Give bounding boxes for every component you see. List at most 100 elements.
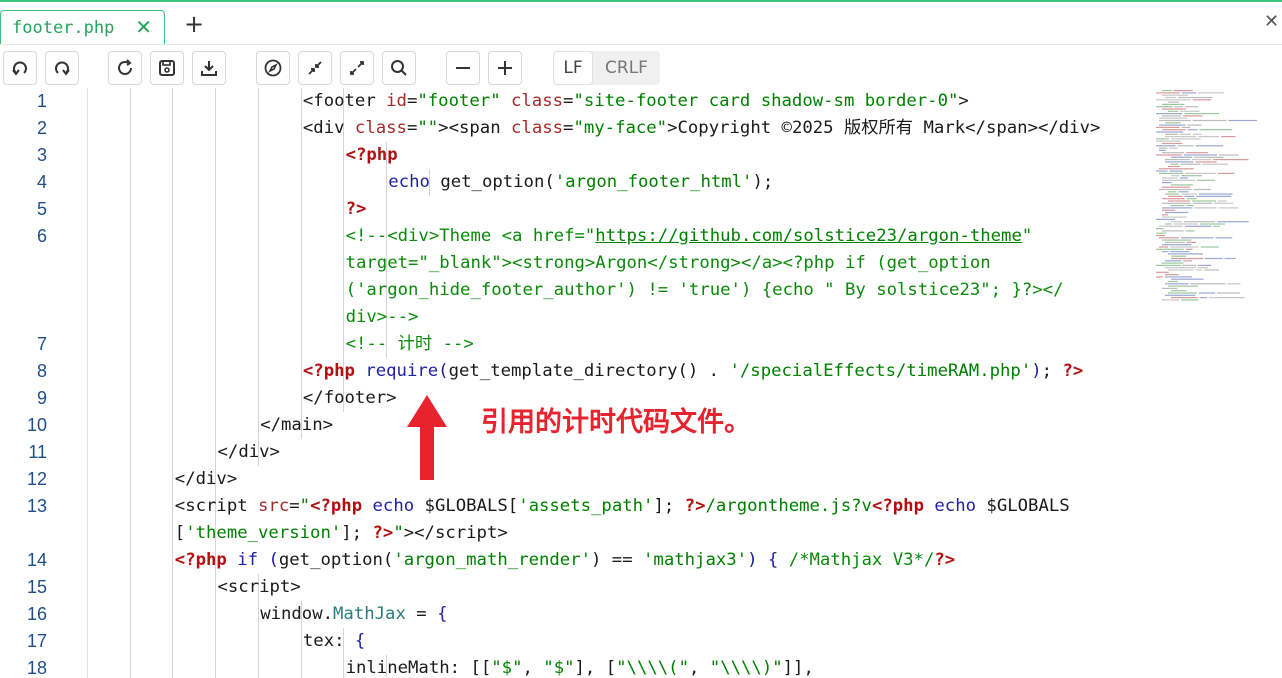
indent-guide bbox=[257, 169, 259, 196]
minimap-stroke bbox=[1218, 207, 1239, 209]
collapse-button[interactable] bbox=[298, 51, 332, 85]
minimap-stroke bbox=[1171, 278, 1204, 280]
minimap-stroke bbox=[1198, 92, 1224, 94]
zoom-out-button[interactable] bbox=[446, 51, 480, 85]
minimap-stroke bbox=[1171, 255, 1187, 257]
undo-button[interactable] bbox=[3, 51, 37, 85]
code-token: ], [ bbox=[574, 658, 617, 678]
minimap-stroke bbox=[1168, 269, 1194, 271]
indent-guide bbox=[172, 574, 174, 601]
minimap-stroke bbox=[1159, 172, 1183, 174]
code-token: 'mathjax3' bbox=[643, 550, 748, 570]
minimap-stroke bbox=[1224, 257, 1236, 260]
code-line: div>--> bbox=[0, 304, 1150, 331]
indent-guide bbox=[215, 88, 217, 115]
indent-guide bbox=[129, 88, 131, 115]
indent-guide bbox=[172, 628, 174, 655]
indent-guide bbox=[343, 277, 345, 304]
code-text: ('argon_hide_footer_author') != 'true') … bbox=[346, 277, 1064, 304]
indent-guide bbox=[343, 196, 345, 223]
minimap-stroke bbox=[1156, 234, 1166, 237]
indent-guide bbox=[385, 169, 387, 196]
reload-button[interactable] bbox=[108, 51, 142, 85]
indent-guide bbox=[215, 304, 217, 331]
code-token: > bbox=[386, 388, 397, 408]
zoom-in-button[interactable] bbox=[488, 51, 522, 85]
code-editor[interactable]: 1 <footer id="footer" class="site-footer … bbox=[0, 88, 1282, 678]
code-token: /argontheme.js?v bbox=[705, 496, 872, 516]
code-line: 7 <!-- 计时 --> bbox=[0, 331, 1150, 358]
minimap-stroke bbox=[1214, 202, 1234, 204]
code-token: tex bbox=[302, 631, 335, 651]
indent-guide bbox=[172, 547, 174, 574]
save-button[interactable] bbox=[150, 51, 184, 85]
download-button[interactable] bbox=[192, 51, 226, 85]
minimap-stroke bbox=[1217, 221, 1249, 223]
minimap-stroke bbox=[1156, 126, 1180, 128]
code-token: footer bbox=[323, 388, 387, 408]
indent-guide bbox=[300, 223, 302, 250]
minimap-stroke bbox=[1178, 191, 1189, 193]
minimap-stroke bbox=[1181, 299, 1199, 301]
code-token: /*Mathjax V3*/ bbox=[788, 550, 935, 570]
close-window-icon[interactable]: ✕ bbox=[1264, 13, 1279, 31]
indent-guide bbox=[343, 169, 345, 196]
code-text: </div> bbox=[218, 439, 280, 466]
indent-guide bbox=[215, 628, 217, 655]
minimap-stroke bbox=[1165, 136, 1197, 138]
tab-footer-php[interactable]: footer.php ✕ bbox=[0, 10, 165, 44]
minimap-stroke bbox=[1162, 214, 1169, 216]
indent-guide bbox=[257, 655, 259, 678]
redo-button[interactable] bbox=[45, 51, 79, 85]
code-token: footer bbox=[313, 91, 376, 111]
code-text: <div class=""><span class="my-face">Copy… bbox=[303, 115, 1101, 142]
code-text: inlineMath: [["$", "$"], ["\\\\(", "\\\\… bbox=[346, 655, 814, 678]
minimap-stroke bbox=[1162, 198, 1185, 200]
eol-crlf-option[interactable]: CRLF bbox=[593, 51, 660, 85]
minimap-stroke bbox=[1184, 221, 1216, 223]
minimap-stroke bbox=[1156, 170, 1168, 172]
minimap-stroke bbox=[1165, 283, 1189, 285]
code-token: div bbox=[313, 118, 345, 138]
indent-guide bbox=[129, 115, 131, 142]
minimap-stroke bbox=[1168, 280, 1178, 283]
search-button[interactable] bbox=[382, 51, 416, 85]
indent-guide bbox=[300, 250, 302, 277]
minimap-stroke bbox=[1227, 283, 1241, 285]
indent-guide bbox=[300, 304, 302, 331]
code-token: div bbox=[195, 469, 227, 489]
expand-button[interactable] bbox=[340, 51, 374, 85]
minimap-stroke bbox=[1173, 223, 1199, 225]
minimap-stroke bbox=[1180, 163, 1201, 165]
indent-guide bbox=[172, 655, 174, 678]
indent-guide bbox=[129, 655, 131, 678]
line-number: 10 bbox=[26, 415, 47, 435]
code-token: ]; bbox=[341, 523, 373, 543]
minimap[interactable] bbox=[1150, 88, 1282, 318]
minimap-stroke bbox=[1159, 225, 1183, 227]
code-token: <!--<div>Theme <a href=" bbox=[345, 226, 596, 246]
code-token: <?php bbox=[345, 145, 398, 165]
minimap-stroke bbox=[1168, 165, 1181, 168]
new-tab-button[interactable]: + bbox=[184, 12, 204, 36]
line-number: 12 bbox=[26, 469, 47, 489]
minimap-stroke bbox=[1156, 271, 1169, 273]
code-token: < bbox=[217, 577, 228, 597]
close-tab-icon[interactable]: ✕ bbox=[135, 17, 152, 37]
eol-lf-option[interactable]: LF bbox=[553, 51, 593, 85]
code-token: " bbox=[1021, 226, 1033, 246]
code-token: echo bbox=[372, 496, 415, 516]
minimap-stroke bbox=[1162, 239, 1192, 241]
minimap-stroke bbox=[1171, 175, 1180, 177]
code-token: <?php bbox=[871, 496, 924, 516]
indent-guide bbox=[172, 493, 174, 520]
indent-guide bbox=[257, 412, 259, 439]
code-token: <?php bbox=[302, 361, 355, 381]
compass-button[interactable] bbox=[256, 51, 290, 85]
line-number: 16 bbox=[26, 604, 47, 624]
code-token: ) bbox=[747, 550, 758, 570]
minimap-stroke bbox=[1162, 209, 1176, 211]
